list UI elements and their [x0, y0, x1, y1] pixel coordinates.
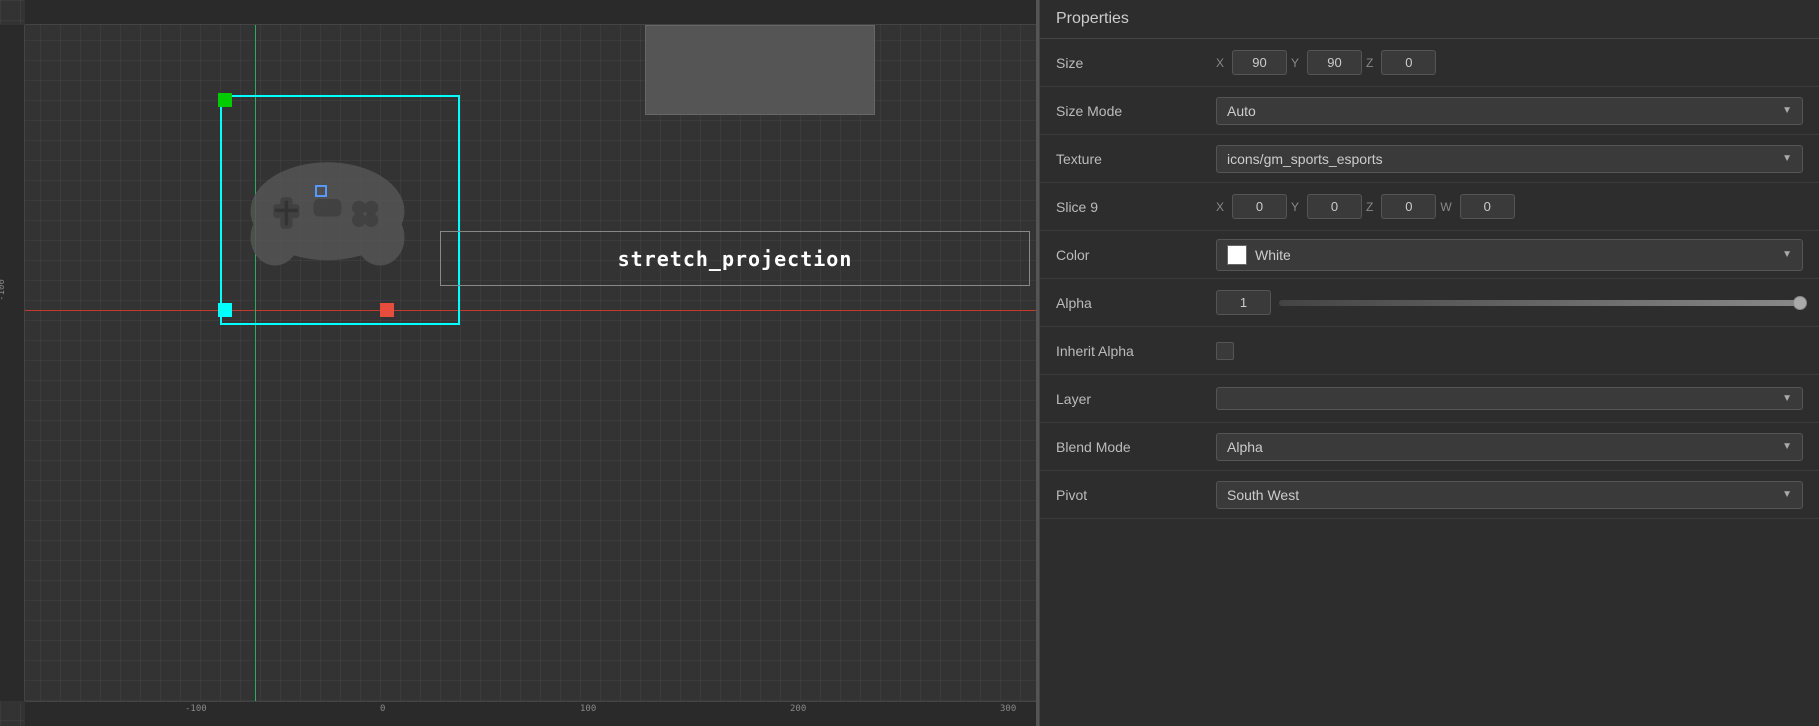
texture-dropdown-arrow: ▼	[1782, 153, 1792, 164]
slice9-y-label: Y	[1291, 200, 1299, 214]
slice9-label: Slice 9	[1056, 199, 1216, 215]
ruler-mark-left-0: -100	[0, 279, 7, 301]
size-y-input[interactable]	[1307, 50, 1362, 75]
ruler-mark-bottom-300: 300	[1000, 704, 1016, 714]
size-mode-label: Size Mode	[1056, 103, 1216, 119]
gray-box	[645, 25, 875, 115]
stretch-projection-label: stretch_projection	[618, 247, 853, 271]
size-value-group: X Y Z	[1216, 50, 1803, 75]
pivot-dropdown-value: South West	[1227, 487, 1299, 503]
color-dropdown[interactable]: White ▼	[1216, 239, 1803, 271]
pivot-dropdown[interactable]: South West ▼	[1216, 481, 1803, 509]
slice9-z-label: Z	[1366, 200, 1373, 214]
texture-value: icons/gm_sports_esports ▼	[1216, 145, 1803, 173]
layer-value: ▼	[1216, 387, 1803, 410]
slice9-z-input[interactable]	[1381, 194, 1436, 219]
pivot-dropdown-arrow: ▼	[1782, 489, 1792, 500]
prop-row-slice9: Slice 9 X Y Z W	[1040, 183, 1819, 231]
axis-horizontal	[25, 310, 1036, 311]
prop-row-size-mode: Size Mode Auto ▼	[1040, 87, 1819, 135]
color-value: White ▼	[1216, 239, 1803, 271]
color-label: Color	[1056, 247, 1216, 263]
pivot-value: South West ▼	[1216, 481, 1803, 509]
slice9-value-group: X Y Z W	[1216, 194, 1803, 219]
prop-row-layer: Layer ▼	[1040, 375, 1819, 423]
prop-row-pivot: Pivot South West ▼	[1040, 471, 1819, 519]
canvas-area[interactable]: -100 -100 0 100 200 300	[0, 0, 1036, 726]
size-label: Size	[1056, 55, 1216, 71]
blend-mode-dropdown-arrow: ▼	[1782, 441, 1792, 452]
prop-row-texture: Texture icons/gm_sports_esports ▼	[1040, 135, 1819, 183]
prop-row-inherit-alpha: Inherit Alpha	[1040, 327, 1819, 375]
blend-mode-dropdown[interactable]: Alpha ▼	[1216, 433, 1803, 461]
inherit-alpha-checkbox[interactable]	[1216, 342, 1234, 360]
ruler-mark-bottom-100: 100	[580, 704, 596, 714]
size-x-input[interactable]	[1232, 50, 1287, 75]
size-mode-value: Auto ▼	[1216, 97, 1803, 125]
texture-label: Texture	[1056, 151, 1216, 167]
size-z-input[interactable]	[1381, 50, 1436, 75]
prop-row-blend-mode: Blend Mode Alpha ▼	[1040, 423, 1819, 471]
pivot-label: Pivot	[1056, 487, 1216, 503]
slice9-x-label: X	[1216, 200, 1224, 214]
size-mode-dropdown-value: Auto	[1227, 103, 1256, 119]
handle-blue[interactable]	[315, 185, 327, 197]
slice9-w-input[interactable]	[1460, 194, 1515, 219]
inherit-alpha-label: Inherit Alpha	[1056, 343, 1216, 359]
slice9-x-input[interactable]	[1232, 194, 1287, 219]
ruler-top	[25, 0, 1036, 25]
ruler-mark-bottom-0: 0	[380, 704, 385, 714]
prop-row-color: Color White ▼	[1040, 231, 1819, 279]
handle-red[interactable]	[380, 303, 394, 317]
slice9-y-input[interactable]	[1307, 194, 1362, 219]
size-mode-dropdown[interactable]: Auto ▼	[1216, 97, 1803, 125]
ruler-bottom: -100 0 100 200 300	[25, 701, 1036, 726]
handle-green[interactable]	[218, 93, 232, 107]
ruler-left: -100	[0, 25, 25, 701]
layer-label: Layer	[1056, 391, 1216, 407]
panel-title: Properties	[1040, 0, 1819, 39]
prop-row-alpha: Alpha	[1040, 279, 1819, 327]
alpha-label: Alpha	[1056, 295, 1216, 311]
alpha-thumb[interactable]	[1793, 296, 1807, 310]
controller-sprite[interactable]	[240, 115, 415, 290]
size-x-label: X	[1216, 56, 1224, 70]
ruler-mark-bottom-neg100: -100	[185, 704, 207, 714]
texture-dropdown[interactable]: icons/gm_sports_esports ▼	[1216, 145, 1803, 173]
size-y-label: Y	[1291, 56, 1299, 70]
size-mode-dropdown-arrow: ▼	[1782, 105, 1792, 116]
layer-dropdown-arrow: ▼	[1782, 393, 1792, 404]
layer-dropdown[interactable]: ▼	[1216, 387, 1803, 410]
color-dropdown-value: White	[1255, 247, 1291, 263]
color-swatch	[1227, 245, 1247, 265]
stretch-projection-box[interactable]: stretch_projection	[440, 231, 1030, 286]
prop-row-size: Size X Y Z	[1040, 39, 1819, 87]
texture-dropdown-value: icons/gm_sports_esports	[1227, 151, 1383, 167]
blend-mode-dropdown-value: Alpha	[1227, 439, 1263, 455]
slice9-w-label: W	[1440, 200, 1451, 214]
alpha-value-group	[1216, 290, 1803, 315]
color-dropdown-arrow: ▼	[1782, 249, 1792, 260]
blend-mode-label: Blend Mode	[1056, 439, 1216, 455]
canvas-content: stretch_projection	[25, 25, 1036, 701]
alpha-input[interactable]	[1216, 290, 1271, 315]
blend-mode-value: Alpha ▼	[1216, 433, 1803, 461]
handle-cyan[interactable]	[218, 303, 232, 317]
inherit-alpha-value	[1216, 342, 1803, 360]
alpha-track[interactable]	[1279, 300, 1803, 306]
properties-panel: Properties Size X Y Z Size Mode Auto ▼ T…	[1039, 0, 1819, 726]
size-z-label: Z	[1366, 56, 1373, 70]
ruler-mark-bottom-200: 200	[790, 704, 806, 714]
